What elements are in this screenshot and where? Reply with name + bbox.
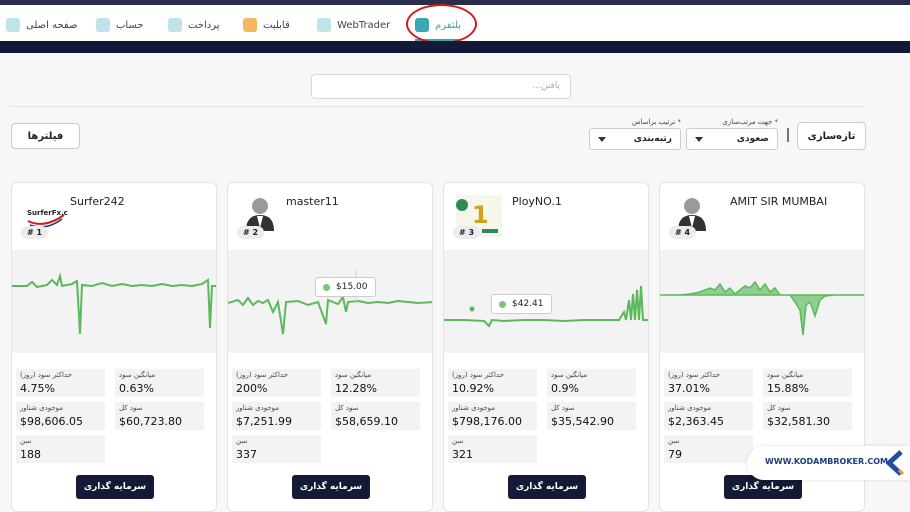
refresh-button[interactable]: تازه‌سازی — [797, 122, 866, 150]
tooltip-value: $42.41 — [512, 299, 544, 309]
profit-chart — [660, 250, 864, 353]
payment-icon — [168, 18, 182, 32]
rank-badge: # 2 — [237, 226, 265, 239]
stat-max-daily: حداکثر سود (روز) 4.75% — [16, 369, 105, 397]
trader-name: master11 — [286, 195, 339, 208]
sort-by-value: رتبه‌بندی — [633, 134, 672, 144]
chart-area — [660, 280, 864, 336]
nav-home-label: صفحه اصلی — [26, 19, 78, 31]
chart-line — [228, 294, 432, 335]
stat-total-profit: سود کل $60,723.80 — [115, 402, 204, 430]
highlight-circle — [406, 4, 477, 44]
chevron-down-icon — [695, 136, 703, 142]
chart-svg — [660, 280, 864, 336]
stat-total-profit: سود کل $58,659.10 — [331, 402, 420, 430]
svg-text:1: 1 — [472, 201, 489, 229]
chevron-down-icon — [598, 136, 606, 142]
chart-tooltip: $42.41 — [491, 294, 552, 314]
invest-button[interactable]: سرمایه گذاری — [76, 475, 154, 499]
sort-direction-select[interactable]: * جهت مرتب‌سازی صعودی — [686, 118, 778, 150]
rank-badge: # 1 — [21, 226, 49, 239]
sort-direction-value: صعودی — [736, 134, 769, 144]
nav-account[interactable]: حساب — [96, 15, 144, 35]
chart-tooltip: $15.00 — [315, 277, 376, 297]
nav-home[interactable]: صفحه اصلی — [6, 15, 77, 35]
filters-button[interactable]: فیلترها — [11, 123, 80, 149]
stat-avg-profit: میانگین سود 12.28% — [331, 369, 420, 397]
nav-payment-label: پرداخت — [188, 19, 220, 31]
nav-payment[interactable]: پرداخت — [168, 15, 220, 35]
profit-chart — [228, 250, 432, 353]
tooltip-value: $15.00 — [336, 282, 368, 292]
sort-by-select[interactable]: * ترتیب براساس رتبه‌بندی — [589, 118, 681, 150]
trader-card-1[interactable]: SurferFx.com Surfer242 # 1 حداکثر سود (ر… — [11, 182, 217, 512]
stat-total-profit: سود کل $32,581.30 — [763, 402, 852, 430]
stat-avg-profit: میانگین سود 15.88% — [763, 369, 852, 397]
webtrader-icon — [317, 18, 331, 32]
invest-button[interactable]: سرمایه گذاری — [292, 475, 370, 499]
rank-badge: # 4 — [669, 226, 697, 239]
contracts-icon — [243, 18, 257, 32]
stat-age: سن 79 — [664, 435, 753, 463]
stat-max-daily: حداکثر سود (روز) 200% — [232, 369, 321, 397]
sort-by-label: * ترتیب براساس — [632, 118, 681, 126]
stat-balance: موجودی شناور $7,251.99 — [232, 402, 321, 430]
nav-contracts[interactable]: قابلیت — [243, 15, 290, 35]
divider — [10, 106, 866, 107]
stat-avg-profit: میانگین سود 0.63% — [115, 369, 204, 397]
sort-direction-label: * جهت مرتب‌سازی — [722, 118, 778, 126]
broker-badge[interactable]: WWW.KODAMBROKER.COM — [747, 446, 910, 480]
stat-avg-profit: میانگین سود 0.9% — [547, 369, 636, 397]
svg-text:SurferFx.com: SurferFx.com — [27, 209, 68, 217]
separator — [787, 128, 789, 142]
search-input[interactable]: یافتن... — [311, 74, 571, 99]
nav-contracts-label: قابلیت — [263, 19, 290, 31]
stat-age: سن 321 — [448, 435, 537, 463]
trader-card-3[interactable]: 1 PloyNO.1 # 3 $42.41 حداکثر سود (روز) 1… — [443, 182, 649, 512]
invest-button[interactable]: سرمایه گذاری — [508, 475, 586, 499]
sort-direction-dropdown[interactable]: صعودی — [686, 128, 778, 150]
nav-account-label: حساب — [116, 19, 144, 31]
chart-point — [469, 306, 475, 312]
stat-balance: موجودی شناور $798,176.00 — [448, 402, 537, 430]
account-icon — [96, 18, 110, 32]
broker-url: WWW.KODAMBROKER.COM — [765, 457, 888, 466]
chart-svg — [12, 272, 216, 335]
sort-by-dropdown[interactable]: رتبه‌بندی — [589, 128, 681, 150]
nav-webtrader[interactable]: WebTrader — [317, 15, 390, 35]
tooltip-dot — [323, 283, 330, 291]
stat-total-profit: سود کل $35,542.90 — [547, 402, 636, 430]
trader-name: PloyNO.1 — [512, 195, 562, 208]
header-band — [0, 41, 910, 53]
tooltip-dot — [499, 300, 506, 308]
trader-name: AMIT SIR MUMBAI — [730, 195, 828, 208]
home-icon — [6, 18, 20, 32]
chart-line — [12, 272, 216, 335]
chart-svg — [228, 270, 432, 335]
stat-age: سن 188 — [16, 435, 105, 463]
stat-balance: موجودی شناور $98,606.05 — [16, 402, 105, 430]
profit-chart — [12, 250, 216, 353]
trader-card-2[interactable]: master11 # 2 $15.00 حداکثر سود (روز) 200… — [227, 182, 433, 512]
rank-badge: # 3 — [453, 226, 481, 239]
broker-logo-icon — [886, 450, 905, 476]
stat-age: سن 337 — [232, 435, 321, 463]
nav-webtrader-label: WebTrader — [337, 19, 391, 31]
stat-balance: موجودی شناور $2,363.45 — [664, 402, 753, 430]
trader-name: Surfer242 — [70, 195, 125, 208]
stat-max-daily: حداکثر سود (روز) 37.01% — [664, 369, 753, 397]
stat-max-daily: حداکثر سود (روز) 10.92% — [448, 369, 537, 397]
